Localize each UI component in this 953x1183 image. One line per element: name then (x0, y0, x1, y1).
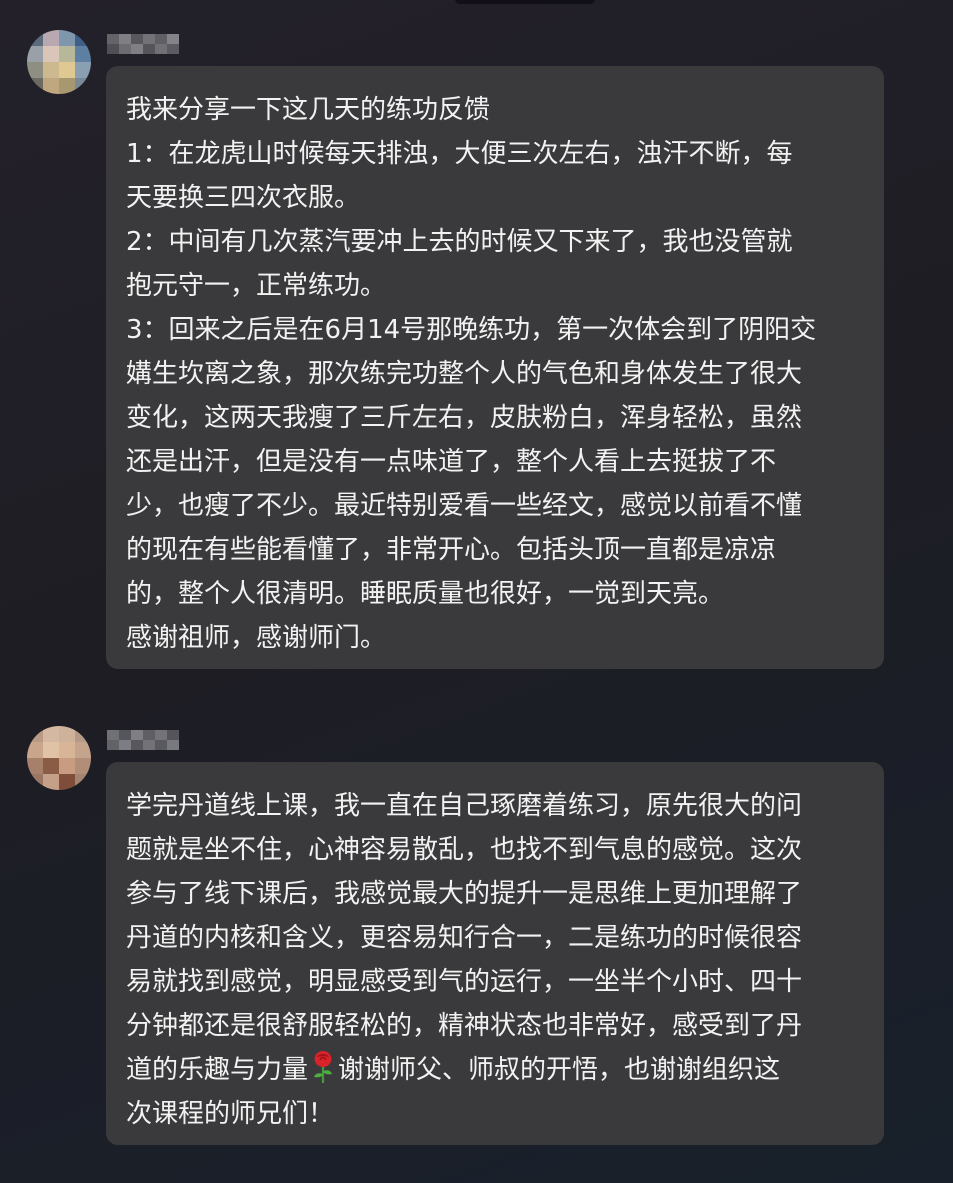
avatar[interactable] (27, 726, 91, 790)
message-text-line: 丹道的内核和含义，更容易知行合一，二是练功的时候很容 (126, 923, 803, 953)
message-text-line: 3：回来之后是在6月14号那晚练功，第一次体会到了阴阳交 (126, 315, 817, 345)
message-text-line: 的，整个人很清明。睡眠质量也很好，一觉到天亮。 (126, 579, 725, 609)
message-text-line: 媾生坎离之象，那次练完功整个人的气色和身体发生了很大 (126, 359, 803, 389)
message-text-line: 感谢祖师，感谢师门。 (126, 623, 387, 653)
sender-name-pixelated (107, 34, 179, 54)
message-text-fragment: 道的乐趣与力量 (126, 1055, 309, 1085)
message-text-line: 易就找到感觉，明显感受到气的运行，一坐半个小时、四十 (126, 967, 803, 997)
message-text-line: 参与了线下课后，我感觉最大的提升一是思维上更加理解了 (126, 879, 803, 909)
rose-emoji-icon (314, 1051, 333, 1083)
message-bubble[interactable]: 我来分享一下这几天的练功反馈 1：在龙虎山时候每天排浊，大便三次左右，浊汗不断，… (106, 66, 884, 669)
message-text-line: 的现在有些能看懂了，非常开心。包括头顶一直都是凉凉 (126, 535, 777, 565)
top-edge-element (455, 0, 595, 4)
message-text-line: 变化，这两天我瘦了三斤左右，皮肤粉白，浑身轻松，虽然 (126, 403, 803, 433)
message-text-line: 次课程的师兄们！ (126, 1099, 335, 1129)
message-text-line: 分钟都还是很舒服轻松的，精神状态也非常好，感受到了丹 (126, 1011, 803, 1041)
message-text-line: 题就是坐不住，心神容易散乱，也找不到气息的感觉。这次 (126, 835, 803, 865)
message-text-line: 抱元守一，正常练功。 (126, 271, 387, 301)
message-text-fragment: 谢谢师父、师叔的开悟，也谢谢组织这 (338, 1055, 781, 1085)
message-text-line: 道的乐趣与力量 谢谢师父、师叔的开悟，也谢谢组织这 (126, 1048, 864, 1092)
message-text-line: 还是出汗，但是没有一点味道了，整个人看上去挺拔了不 (126, 447, 777, 477)
sender-name-pixelated (107, 730, 179, 750)
message-text-line: 2：中间有几次蒸汽要冲上去的时候又下来了，我也没管就 (126, 227, 793, 257)
message-bubble[interactable]: 学完丹道线上课，我一直在自己琢磨着练习，原先很大的问 题就是坐不住，心神容易散乱… (106, 762, 884, 1145)
message-text-line: 天要换三四次衣服。 (126, 183, 361, 213)
message-text-line: 1：在龙虎山时候每天排浊，大便三次左右，浊汗不断，每 (126, 139, 793, 169)
message-text-line: 少，也瘦了不少。最近特别爱看一些经文，感觉以前看不懂 (126, 491, 803, 521)
message-text-line: 学完丹道线上课，我一直在自己琢磨着练习，原先很大的问 (126, 791, 803, 821)
message-text-line: 我来分享一下这几天的练功反馈 (126, 95, 491, 125)
avatar[interactable] (27, 30, 91, 94)
